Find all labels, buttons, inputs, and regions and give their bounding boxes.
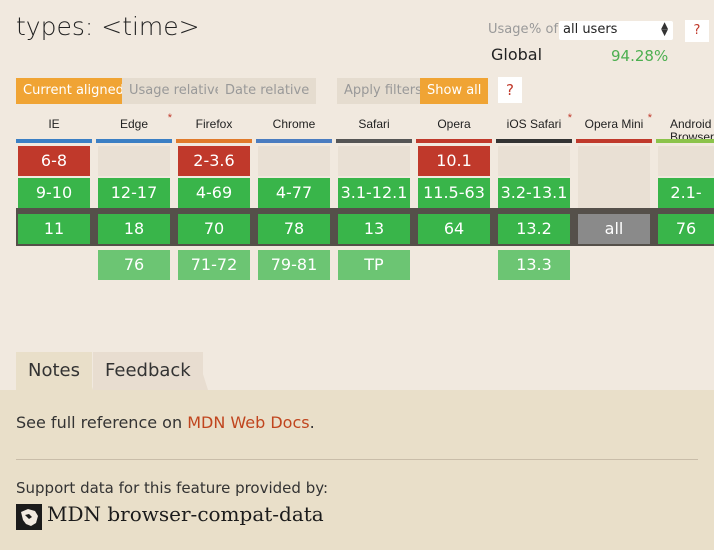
browser-header-safari[interactable]: Safari [336, 117, 412, 143]
browser-name: iOS Safari [506, 117, 562, 131]
support-cell-past1[interactable]: 12-17 [98, 178, 170, 208]
mdn-compat-data-link[interactable]: MDN browser-compat-data [47, 502, 324, 526]
select-arrows-icon: ▲ ▼ [661, 21, 668, 38]
note-star-icon: * [647, 112, 652, 124]
support-cell-past2[interactable]: 6-8 [18, 146, 90, 176]
browser-color-bar [96, 139, 172, 143]
tab-feedback[interactable]: Feedback [93, 352, 203, 390]
support-cell-past1[interactable]: 9-10 [18, 178, 90, 208]
support-cell-future[interactable]: 13.3 [498, 250, 570, 280]
browser-name: Safari [358, 117, 390, 131]
support-cell-future[interactable]: 79-81 [258, 250, 330, 280]
filters-help-button[interactable]: ? [498, 77, 522, 103]
support-cell-current[interactable]: 11 [18, 214, 90, 244]
global-label: Global [491, 45, 543, 64]
support-cell-current[interactable]: 13.2 [498, 214, 570, 244]
browser-color-bar [176, 139, 252, 143]
support-cell-past2[interactable]: 10.1 [418, 146, 490, 176]
current-aligned-button[interactable]: Current aligned [16, 78, 131, 104]
support-cell-past1[interactable]: 2.1-4.4 [658, 178, 714, 232]
note-star-icon: * [167, 112, 172, 124]
support-cell-past1[interactable]: 4-77 [258, 178, 330, 208]
tab-notes-edge [81, 352, 93, 390]
browser-color-bar [416, 139, 492, 143]
support-cell-future[interactable]: 76 [98, 250, 170, 280]
support-cell-past2 [658, 146, 714, 176]
usage-pct-of-label: % of [529, 22, 559, 37]
support-cell-past2[interactable]: 2-3.6 [178, 146, 250, 176]
usage-label: Usage [488, 22, 529, 37]
support-text: Support data for this feature provided b… [16, 479, 329, 497]
browser-color-bar [256, 139, 332, 143]
apply-filters-button[interactable]: Apply filters [337, 78, 429, 104]
browser-name: Firefox [195, 117, 233, 131]
support-cell-current[interactable]: all [578, 214, 650, 244]
users-select[interactable]: all users ▲ ▼ [559, 21, 673, 40]
support-cell-past2 [258, 146, 330, 176]
browser-name: IE [48, 117, 60, 131]
global-usage-value: 94.28% [611, 47, 669, 65]
support-cell-current[interactable]: 64 [418, 214, 490, 244]
users-select-value: all users [563, 22, 618, 37]
show-all-button[interactable]: Show all [420, 78, 489, 104]
browser-header-ios-safari[interactable]: iOS Safari * [496, 112, 572, 143]
support-cell-past1[interactable]: 11.5-63 [418, 178, 490, 208]
date-relative-button[interactable]: Date relative [218, 78, 317, 104]
support-cell-future[interactable]: 71-72 [178, 250, 250, 280]
browser-header-firefox[interactable]: Firefox [176, 117, 252, 143]
tab-feedback-edge [196, 352, 208, 390]
browser-name: Edge [119, 117, 149, 131]
browser-color-bar [576, 139, 652, 143]
browser-name: Opera [437, 117, 471, 131]
note-star-icon: * [567, 112, 572, 124]
support-cell-empty-block [578, 146, 650, 208]
usage-help-button[interactable]: ? [685, 20, 709, 42]
browser-header-edge[interactable]: Edge * [96, 112, 172, 143]
browser-header-opera[interactable]: Opera [416, 117, 492, 143]
support-cell-past1[interactable]: 3.2-13.1 [498, 178, 570, 208]
support-cell-future[interactable]: TP [338, 250, 410, 280]
page-title: types: <time> [16, 12, 200, 41]
support-cell-current[interactable]: 76 [658, 214, 714, 244]
browser-header-ie[interactable]: IE [16, 117, 92, 143]
browser-header-android-browser[interactable]: Android Browser [656, 117, 714, 144]
support-cell-current[interactable]: 13 [338, 214, 410, 244]
browser-header-opera-mini[interactable]: Opera Mini * [576, 112, 652, 143]
support-cell-past2 [98, 146, 170, 176]
browser-color-bar [656, 139, 714, 143]
support-cell-past2 [498, 146, 570, 176]
usage-relative-button[interactable]: Usage relative [122, 78, 230, 104]
see-reference-text: See full reference on MDN Web Docs. [16, 413, 315, 432]
browser-header-chrome[interactable]: Chrome [256, 117, 332, 143]
browser-color-bar [336, 139, 412, 143]
browser-name: Chrome [272, 117, 316, 131]
mdn-logo-icon[interactable] [16, 504, 42, 530]
browser-color-bar [16, 139, 92, 143]
browser-name: Opera Mini [584, 117, 644, 131]
support-cell-current[interactable]: 78 [258, 214, 330, 244]
divider [16, 459, 698, 460]
support-cell-past2 [338, 146, 410, 176]
browser-color-bar [496, 139, 572, 143]
support-cell-past1[interactable]: 4-69 [178, 178, 250, 208]
support-cell-current[interactable]: 70 [178, 214, 250, 244]
mdn-web-docs-link[interactable]: MDN Web Docs [187, 413, 309, 432]
support-cell-past1[interactable]: 3.1-12.1 [338, 178, 410, 208]
support-cell-current[interactable]: 18 [98, 214, 170, 244]
